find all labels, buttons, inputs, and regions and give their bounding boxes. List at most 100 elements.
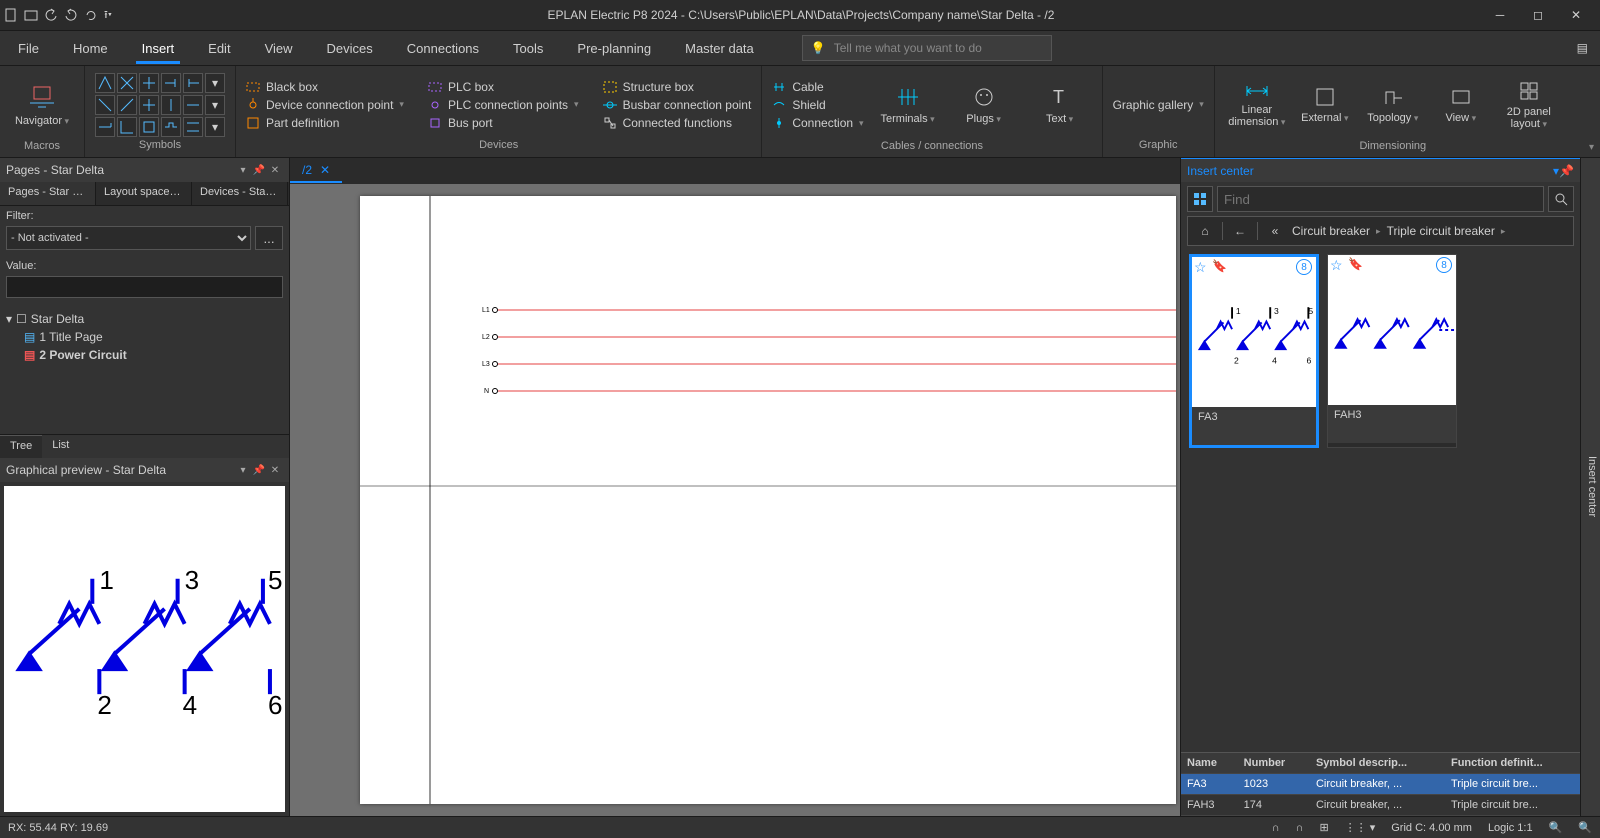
favorite-icon[interactable]: ☆	[1330, 257, 1343, 274]
list-tab[interactable]: List	[42, 435, 79, 458]
structure-box-button[interactable]: Structure box	[603, 80, 752, 94]
zoom-out-icon[interactable]: 🔍	[1549, 821, 1563, 834]
symbol-cell[interactable]	[95, 73, 115, 93]
connected-functions-button[interactable]: Connected functions	[603, 116, 752, 130]
symbol-item-fa3[interactable]: ☆ 🔖 8 135246 FA3	[1189, 254, 1319, 448]
ribbon-expand-icon[interactable]: ▾	[1589, 142, 1594, 153]
subtab-pages[interactable]: Pages - Star D...	[0, 182, 96, 205]
table-row[interactable]: FAH3 174 Circuit breaker, ... Triple cir…	[1181, 795, 1580, 816]
search-button[interactable]	[1548, 186, 1574, 212]
snap2-icon[interactable]: ∩	[1296, 822, 1304, 834]
minimize-button[interactable]: ─	[1490, 8, 1510, 22]
refresh-icon[interactable]	[84, 8, 98, 22]
symbol-cell[interactable]	[117, 117, 137, 137]
open-icon[interactable]	[24, 8, 38, 22]
subtab-devices[interactable]: Devices - Star ...	[192, 182, 288, 205]
symbol-cell[interactable]	[139, 117, 159, 137]
zoom-in-icon[interactable]: 🔍	[1578, 821, 1592, 834]
undo-icon[interactable]	[44, 8, 58, 22]
tree-page-1[interactable]: ▤1 Title Page	[6, 328, 283, 346]
cable-button[interactable]: Cable	[772, 80, 863, 94]
symbol-cell[interactable]	[139, 95, 159, 115]
home-icon[interactable]: ⌂	[1194, 220, 1216, 242]
text-button[interactable]: TText	[1028, 70, 1092, 140]
external-button[interactable]: External	[1293, 70, 1357, 140]
panel-close-icon[interactable]: ✕	[267, 465, 283, 476]
snap-icon[interactable]: ∩	[1272, 822, 1280, 834]
panel-dropdown-icon[interactable]: ▾	[235, 465, 251, 476]
symbol-cell[interactable]	[161, 95, 181, 115]
drawing-canvas[interactable]: L1 L2 L3 N	[290, 184, 1180, 816]
back-icon[interactable]: ←	[1229, 220, 1251, 242]
symbol-cell[interactable]	[183, 73, 203, 93]
menu-view[interactable]: View	[259, 33, 299, 64]
export-icon[interactable]: ⭱▾	[104, 6, 112, 25]
tab-close-icon[interactable]: ✕	[320, 163, 330, 177]
shield-button[interactable]: Shield	[772, 98, 863, 112]
favorite-icon[interactable]: ☆	[1194, 259, 1207, 276]
panel-pin-icon[interactable]: 📌	[251, 165, 267, 176]
bookmark-icon[interactable]: 🔖	[1212, 259, 1227, 273]
view-toggle-button[interactable]	[1187, 186, 1213, 212]
plc-connection-points-button[interactable]: PLC connection points	[428, 98, 579, 112]
panel-dropdown-icon[interactable]: ▾	[235, 165, 251, 176]
doc-tab-active[interactable]: /2 ✕	[290, 159, 342, 183]
symbol-cell[interactable]	[183, 117, 203, 137]
linear-dimension-button[interactable]: Linear dimension	[1225, 70, 1289, 140]
filter-select[interactable]: - Not activated -	[6, 226, 251, 250]
panel-pin-icon[interactable]: 📌	[251, 465, 267, 476]
symbol-cell[interactable]	[95, 95, 115, 115]
menu-file[interactable]: File	[12, 33, 45, 64]
symbol-cell[interactable]	[183, 95, 203, 115]
bookmark-icon[interactable]: 🔖	[1348, 257, 1363, 271]
topology-button[interactable]: Topology	[1361, 70, 1425, 140]
table-row[interactable]: FA3 1023 Circuit breaker, ... Triple cir…	[1181, 774, 1580, 795]
menu-connections[interactable]: Connections	[401, 33, 485, 64]
symbol-cell[interactable]	[117, 95, 137, 115]
overflow-icon[interactable]: «	[1264, 220, 1286, 242]
menu-preplanning[interactable]: Pre-planning	[571, 33, 657, 64]
menu-insert[interactable]: Insert	[136, 33, 181, 64]
value-input[interactable]	[6, 276, 283, 298]
device-connection-point-button[interactable]: Device connection point	[246, 98, 404, 112]
tree-root[interactable]: ▾☐Star Delta	[6, 310, 283, 328]
symbol-item-fah3[interactable]: ☆ 🔖 8 FAH3	[1327, 254, 1457, 448]
menu-edit[interactable]: Edit	[202, 33, 236, 64]
bus-port-button[interactable]: Bus port	[428, 116, 579, 130]
symbol-cell[interactable]: ▾	[205, 117, 225, 137]
black-box-button[interactable]: Black box	[246, 80, 404, 94]
symbol-cell[interactable]	[161, 117, 181, 137]
busbar-connection-button[interactable]: Busbar connection point	[603, 98, 752, 112]
connection-button[interactable]: Connection	[772, 116, 863, 130]
crumb-item[interactable]: Triple circuit breaker	[1387, 224, 1495, 238]
close-button[interactable]: ✕	[1566, 8, 1586, 22]
symbol-cell[interactable]	[139, 73, 159, 93]
crumb-item[interactable]: Circuit breaker	[1292, 224, 1370, 238]
navigator-button[interactable]: Navigator	[10, 70, 74, 140]
symbol-cell[interactable]	[161, 73, 181, 93]
maximize-button[interactable]: ◻	[1528, 8, 1548, 22]
tree-tab[interactable]: Tree	[0, 435, 42, 458]
new-icon[interactable]	[4, 8, 18, 22]
insert-center-side-tab[interactable]: Insert center	[1580, 158, 1600, 816]
menu-masterdata[interactable]: Master data	[679, 33, 760, 64]
symbol-cell[interactable]	[117, 73, 137, 93]
terminals-button[interactable]: Terminals	[876, 70, 940, 140]
view-ribbon-button[interactable]: View	[1429, 70, 1493, 140]
panel-close-icon[interactable]: ✕	[267, 165, 283, 176]
plc-box-button[interactable]: PLC box	[428, 80, 579, 94]
panel-pin-icon[interactable]: 📌	[1559, 164, 1574, 178]
ribbon-options-icon[interactable]: ▤	[1577, 41, 1588, 55]
tree-page-2[interactable]: ▤2 Power Circuit	[6, 346, 283, 364]
grid-toggle-icon[interactable]: ⊞	[1319, 821, 1328, 834]
col-desc[interactable]: Symbol descrip...	[1310, 753, 1445, 774]
redo-icon[interactable]	[64, 8, 78, 22]
tell-me-search[interactable]: 💡 Tell me what you want to do	[802, 35, 1052, 61]
symbol-cell[interactable]	[95, 117, 115, 137]
panel-layout-button[interactable]: 2D panel layout	[1497, 70, 1561, 140]
graphic-gallery-button[interactable]: Graphic gallery	[1113, 98, 1204, 112]
grid-menu-icon[interactable]: ⋮⋮ ▾	[1345, 821, 1376, 834]
symbol-cell[interactable]: ▾	[205, 73, 225, 93]
subtab-layout[interactable]: Layout space - ...	[96, 182, 192, 205]
menu-home[interactable]: Home	[67, 33, 114, 64]
